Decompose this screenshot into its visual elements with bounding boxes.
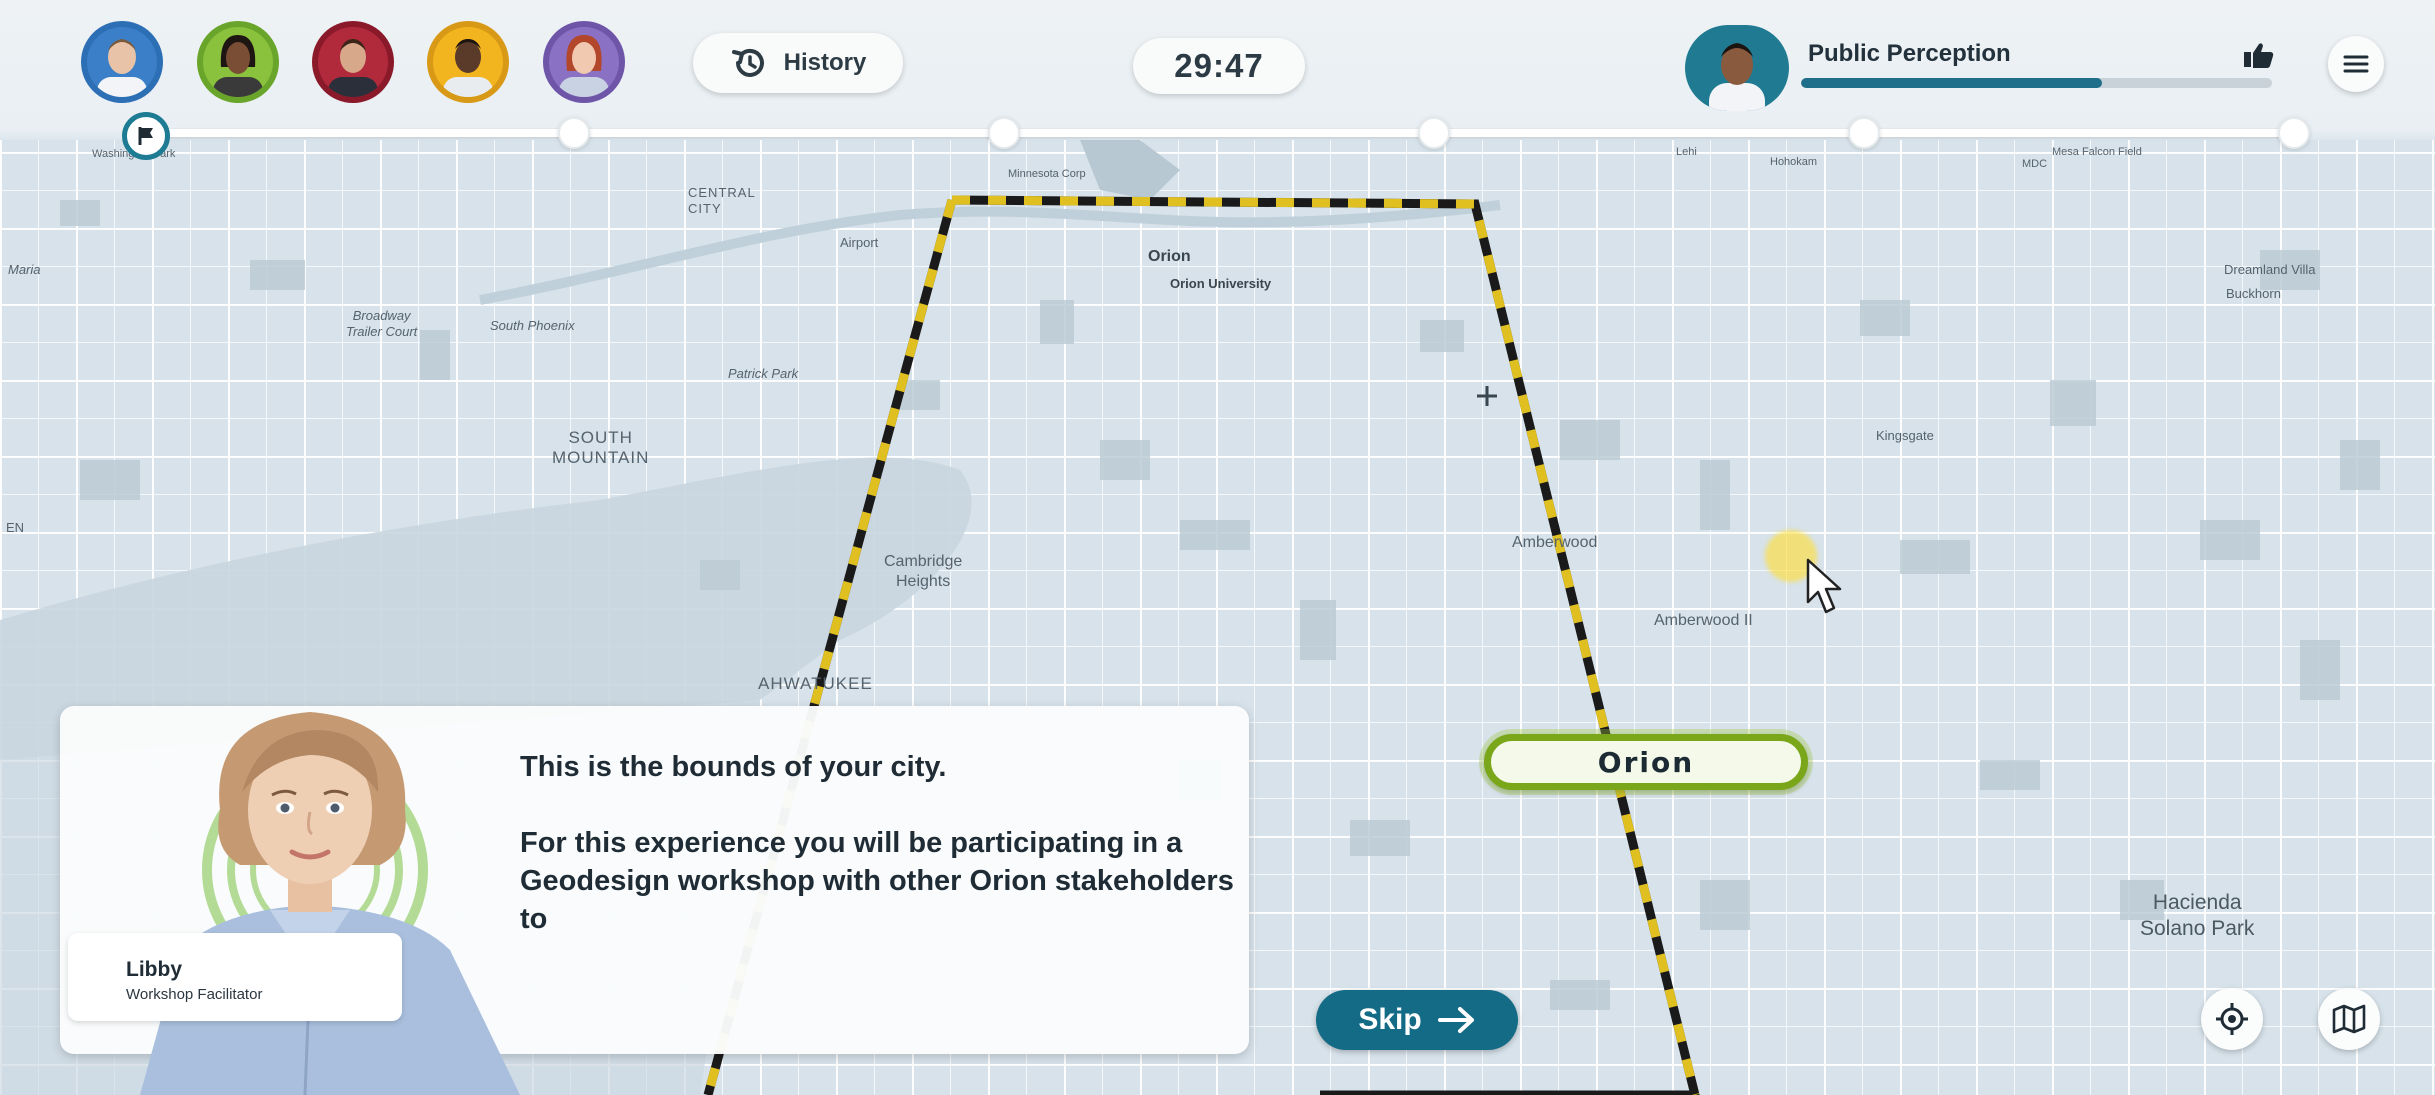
timeline-node[interactable] xyxy=(1418,117,1450,149)
map-icon xyxy=(2332,1004,2366,1034)
menu-button[interactable] xyxy=(2328,36,2384,92)
skip-button[interactable]: Skip xyxy=(1316,990,1518,1050)
progress-timeline xyxy=(143,129,2293,137)
participant-avatar-5[interactable] xyxy=(543,21,625,103)
map-label-dreamland: Dreamland Villa xyxy=(2224,262,2316,277)
map-label-hacienda: Hacienda Solano Park xyxy=(2140,891,2255,940)
speaker-role: Workshop Facilitator xyxy=(126,986,263,1003)
session-timer: 29:47 xyxy=(1133,38,1305,94)
timeline-node[interactable] xyxy=(1848,117,1880,149)
map-label-buckhorn: Buckhorn xyxy=(2226,286,2281,301)
map-label-ahwatukee: AHWATUKEE xyxy=(758,674,873,693)
map-view-button[interactable] xyxy=(2318,988,2380,1050)
map-label-cambridge-heights: Cambridge Heights xyxy=(884,553,963,590)
skip-label: Skip xyxy=(1358,1003,1422,1036)
history-label: History xyxy=(783,49,867,76)
map-label-en: EN xyxy=(6,520,25,535)
map-label-amberwood: Amberwood xyxy=(1512,534,1598,551)
avatar-portrait xyxy=(318,27,388,97)
public-perception-avatar xyxy=(1685,25,1789,111)
facilitator-character xyxy=(140,712,520,1095)
flag-icon xyxy=(138,127,153,145)
locate-icon xyxy=(2216,1003,2248,1035)
history-button[interactable]: History xyxy=(693,33,903,93)
map-label-mesa-falcon: Mesa Falcon Field xyxy=(2052,146,2142,158)
locate-button[interactable] xyxy=(2201,988,2263,1050)
map-label-airport: Airport xyxy=(840,235,879,250)
city-marker-label: Orion xyxy=(1597,745,1695,779)
timeline-node[interactable] xyxy=(2278,117,2310,149)
timeline-node[interactable] xyxy=(988,117,1020,149)
mouse-cursor-icon xyxy=(1806,558,1842,614)
map-label-orion-university: Orion University xyxy=(1170,276,1272,291)
avatar-portrait xyxy=(433,27,503,97)
map-label-amberwood-ii: Amberwood II xyxy=(1654,612,1753,629)
public-perception-fill xyxy=(1801,78,2103,88)
timeline-node[interactable] xyxy=(558,117,590,149)
history-icon xyxy=(731,48,764,77)
dialog-line-1: This is the bounds of your city. xyxy=(520,751,947,783)
avatar-portrait xyxy=(203,27,273,97)
map-label-orion: Orion xyxy=(1148,248,1191,265)
avatar-portrait xyxy=(87,27,157,97)
map-label-south-phoenix: South Phoenix xyxy=(490,318,575,333)
map-label-broadway: Broadway Trailer Court xyxy=(346,308,418,339)
map-label-patrick-park: Patrick Park xyxy=(728,366,799,381)
public-perception-title: Public Perception xyxy=(1808,40,2011,67)
timeline-current-node[interactable] xyxy=(122,112,170,160)
map-label-maria: Maria xyxy=(8,262,41,277)
participant-avatar-4[interactable] xyxy=(427,21,509,103)
map-label-kingsgate: Kingsgate xyxy=(1876,428,1934,443)
arrow-right-icon xyxy=(1437,1007,1474,1033)
map-label-lehi: Lehi xyxy=(1676,146,1697,158)
map-label-south-mountain: SOUTH MOUNTAIN xyxy=(552,428,650,467)
dialog-line-2: For this experience you will be particip… xyxy=(520,827,1234,935)
avatar-portrait xyxy=(549,27,619,97)
speaker-name: Libby xyxy=(126,958,182,981)
thumbs-up-icon xyxy=(2244,43,2274,68)
hamburger-menu-icon xyxy=(2343,55,2369,73)
public-perception-meter xyxy=(1801,78,2272,88)
map-label-central-city: CENTRAL CITY xyxy=(688,185,756,216)
map-label-mdc: MDC xyxy=(2022,158,2048,170)
participant-avatar-3[interactable] xyxy=(312,21,394,103)
participant-avatar-2[interactable] xyxy=(197,21,279,103)
city-marker-orion[interactable]: Orion xyxy=(1484,734,1808,790)
map-label-hohokam: Hohokam xyxy=(1770,156,1818,168)
dialog-text: This is the bounds of your city. For thi… xyxy=(520,748,1240,976)
map-label-minnesota: Minnesota Corp xyxy=(1008,168,1086,180)
participant-avatar-1[interactable] xyxy=(81,21,163,103)
speaker-card: Libby Workshop Facilitator xyxy=(68,933,402,1021)
